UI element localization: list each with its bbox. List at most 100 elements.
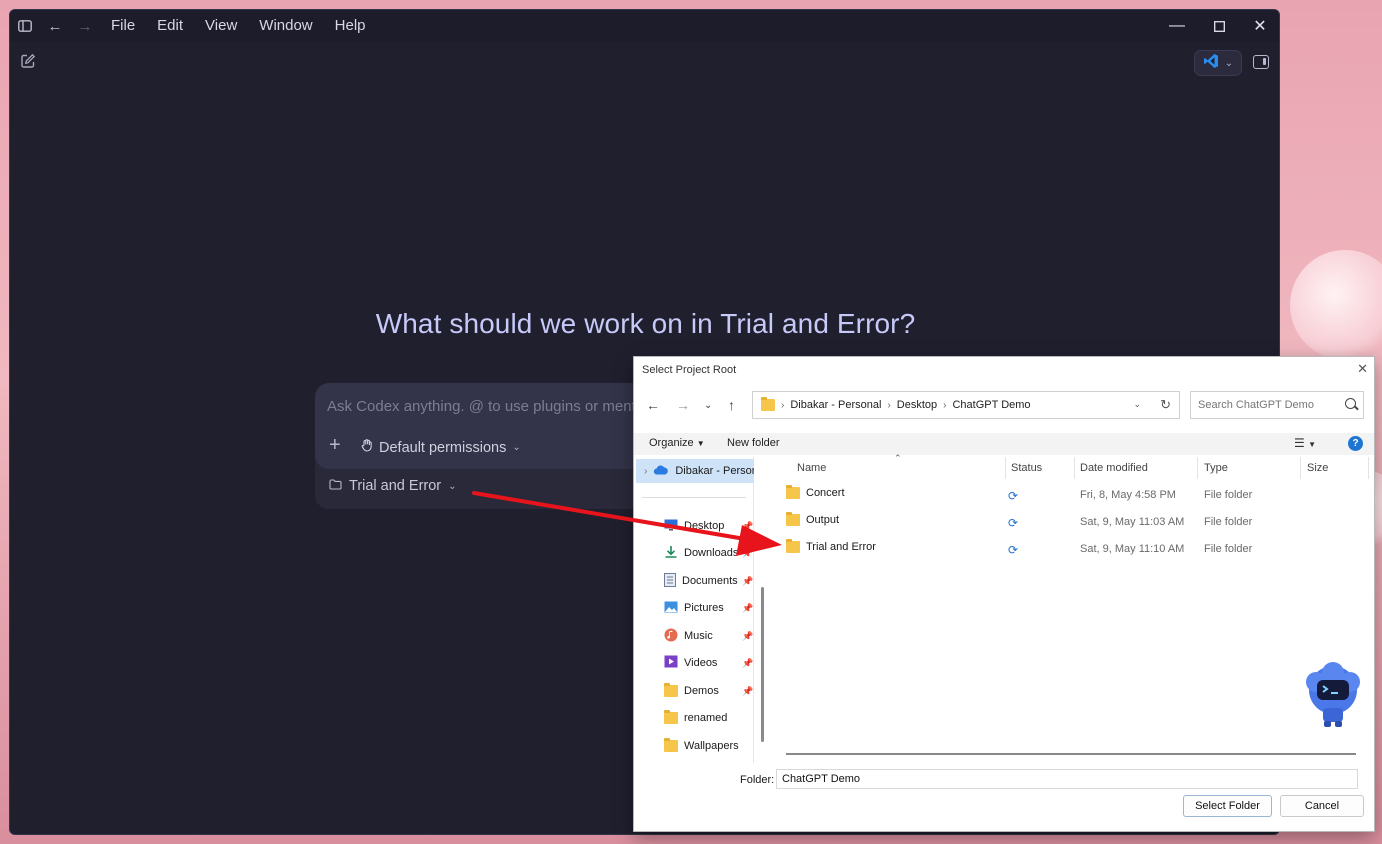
navigation-pane: › Dibakar - Personal Desktop 📌 Downloads… <box>634 457 764 763</box>
cloud-icon <box>653 464 669 478</box>
column-header-type[interactable]: Type <box>1204 462 1228 474</box>
cancel-button[interactable]: Cancel <box>1280 795 1364 817</box>
pin-icon: 📌 <box>742 631 754 641</box>
wallpaper-cloud <box>1290 250 1382 360</box>
sidebar-toggle-icon[interactable] <box>10 10 40 42</box>
menu-help[interactable]: Help <box>324 10 377 42</box>
folder-icon <box>786 485 800 499</box>
folder-icon <box>664 683 678 697</box>
music-icon <box>664 628 678 645</box>
minimize-button[interactable]: — <box>1156 10 1198 42</box>
project-selector[interactable]: Trial and Error ⌄ <box>329 478 457 494</box>
nav-pane-scrollbar[interactable] <box>761 587 764 742</box>
menu-edit[interactable]: Edit <box>146 10 194 42</box>
nav-item-label: renamed <box>684 712 728 724</box>
search-input[interactable] <box>1190 391 1364 419</box>
select-folder-button[interactable]: Select Folder <box>1183 795 1272 817</box>
search-icon[interactable] <box>1345 398 1356 409</box>
dialog-toolbar: Organize ▼ New folder ☰ ▼ ? <box>634 433 1374 455</box>
refresh-icon[interactable]: ↻ <box>1160 397 1171 413</box>
desktop-icon <box>664 519 678 534</box>
pictures-icon <box>664 601 678 616</box>
file-name: Concert <box>806 487 845 499</box>
folder-icon <box>329 478 342 494</box>
nav-item-label: Dibakar - Personal <box>675 465 754 477</box>
table-row[interactable]: Trial and Error ⟳ Sat, 9, May 11:10 AM F… <box>768 536 1374 562</box>
column-header-name[interactable]: Name <box>797 462 826 474</box>
close-button[interactable]: ✕ <box>1239 10 1279 42</box>
forward-arrow-icon[interactable]: → <box>676 397 690 413</box>
breadcrumb-item[interactable]: Desktop <box>897 399 937 411</box>
column-divider[interactable] <box>1300 457 1301 479</box>
nav-item-desktop[interactable]: Desktop <box>664 516 724 536</box>
divider <box>642 497 746 498</box>
menu-view[interactable]: View <box>194 10 248 42</box>
column-header-date-modified[interactable]: Date modified <box>1080 462 1148 474</box>
nav-item-demos[interactable]: Demos <box>664 681 719 701</box>
nav-item-music[interactable]: Music <box>664 626 713 646</box>
table-row[interactable]: Concert ⟳ Fri, 8, May 4:58 PM File folde… <box>768 482 1374 508</box>
dialog-nav-row: ← → ⌄ ↑ › Dibakar - Personal › Desktop ›… <box>634 391 1374 421</box>
maximize-button[interactable] <box>1198 10 1240 42</box>
add-attachment-icon[interactable]: + <box>329 435 341 455</box>
organize-button[interactable]: Organize ▼ <box>649 437 705 449</box>
sync-status-icon: ⟳ <box>1008 489 1019 503</box>
new-folder-button[interactable]: New folder <box>727 437 780 449</box>
nav-item-videos[interactable]: Videos <box>664 653 717 673</box>
nav-item-label: Documents <box>682 575 738 587</box>
date-modified-cell: Sat, 9, May 11:03 AM <box>1080 516 1185 528</box>
nav-item-pictures[interactable]: Pictures <box>664 598 724 618</box>
folder-icon <box>664 710 678 724</box>
file-name-cell: Concert <box>786 485 845 499</box>
permissions-dropdown[interactable]: Default permissions ⌄ <box>361 439 521 456</box>
folder-icon <box>664 738 678 752</box>
new-chat-icon[interactable] <box>20 53 38 71</box>
up-arrow-icon[interactable]: ↑ <box>728 397 735 413</box>
column-divider[interactable] <box>1005 457 1006 479</box>
open-in-vscode-button[interactable]: ⌄ <box>1194 50 1242 76</box>
pin-icon: 📌 <box>742 603 754 613</box>
chevron-down-icon: ⌄ <box>448 480 457 492</box>
nav-item-renamed[interactable]: renamed <box>664 708 727 728</box>
recent-locations-chevron-icon[interactable]: ⌄ <box>704 400 712 411</box>
help-icon[interactable]: ? <box>1348 436 1363 451</box>
view-options-icon[interactable]: ☰ ▼ <box>1294 436 1316 450</box>
dialog-title: Select Project Root <box>642 364 737 376</box>
menu-bar: ← → File Edit View Window Help — ✕ <box>10 10 1279 42</box>
pin-icon: 📌 <box>742 548 754 558</box>
sort-ascending-icon: ⌃ <box>894 453 902 463</box>
menu-window[interactable]: Window <box>248 10 323 42</box>
breadcrumb-item[interactable]: Dibakar - Personal <box>790 399 881 411</box>
column-divider[interactable] <box>1074 457 1075 479</box>
breadcrumb-item[interactable]: ChatGPT Demo <box>952 399 1030 411</box>
column-header-status[interactable]: Status <box>1011 462 1042 474</box>
date-modified-cell: Fri, 8, May 4:58 PM <box>1080 489 1176 501</box>
nav-item-downloads[interactable]: Downloads <box>664 543 738 563</box>
nav-item-documents[interactable]: Documents <box>664 571 738 591</box>
type-cell: File folder <box>1204 543 1253 555</box>
horizontal-scrollbar[interactable] <box>786 753 1356 755</box>
chevron-down-icon: ⌄ <box>1224 57 1234 69</box>
folder-icon <box>786 512 800 526</box>
back-arrow-icon[interactable]: ← <box>646 397 660 413</box>
table-row[interactable]: Output ⟳ Sat, 9, May 11:03 AM File folde… <box>768 509 1374 535</box>
forward-arrow-icon[interactable]: → <box>70 10 100 42</box>
chevron-down-icon: ⌄ <box>512 442 521 453</box>
folder-label: Folder: <box>740 774 775 786</box>
back-arrow-icon[interactable]: ← <box>40 10 70 42</box>
folder-name-input[interactable] <box>776 769 1358 789</box>
project-label: Trial and Error <box>349 478 442 494</box>
address-bar[interactable]: › Dibakar - Personal › Desktop › ChatGPT… <box>752 391 1180 419</box>
menu-file[interactable]: File <box>100 10 146 42</box>
dialog-close-icon[interactable]: ✕ <box>1357 361 1368 377</box>
column-divider[interactable] <box>1368 457 1369 479</box>
column-divider[interactable] <box>1197 457 1198 479</box>
permissions-label: Default permissions <box>379 439 507 456</box>
type-cell: File folder <box>1204 489 1253 501</box>
breadcrumb-separator-icon: › <box>943 399 947 411</box>
nav-item-onedrive[interactable]: › Dibakar - Personal <box>636 459 754 483</box>
nav-item-wallpapers[interactable]: Wallpapers <box>664 736 739 756</box>
column-header-size[interactable]: Size <box>1307 462 1328 474</box>
chevron-down-icon[interactable]: ⌄ <box>1133 399 1141 410</box>
toggle-panel-icon[interactable] <box>1253 55 1269 69</box>
